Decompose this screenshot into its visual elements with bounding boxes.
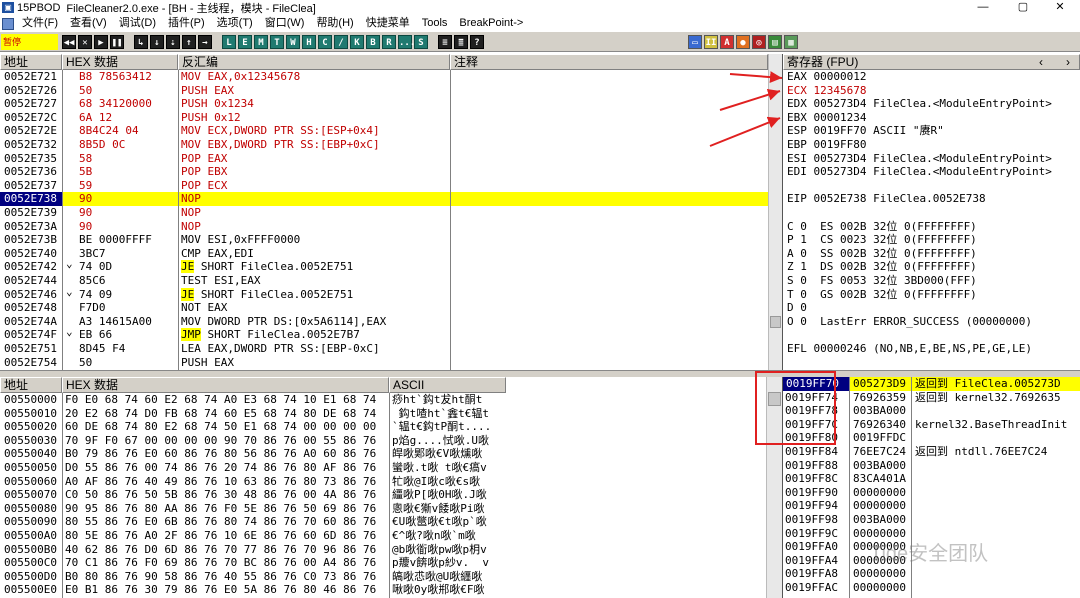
annotation-overlay [709, 71, 783, 147]
annotation-arrow-eax [729, 71, 783, 84]
annotation-arrow-ebx [709, 116, 781, 147]
watermark-text: Tide安全团队 [870, 543, 989, 565]
annotation-arrow-ecx [719, 88, 781, 111]
annotation-box [755, 371, 836, 445]
